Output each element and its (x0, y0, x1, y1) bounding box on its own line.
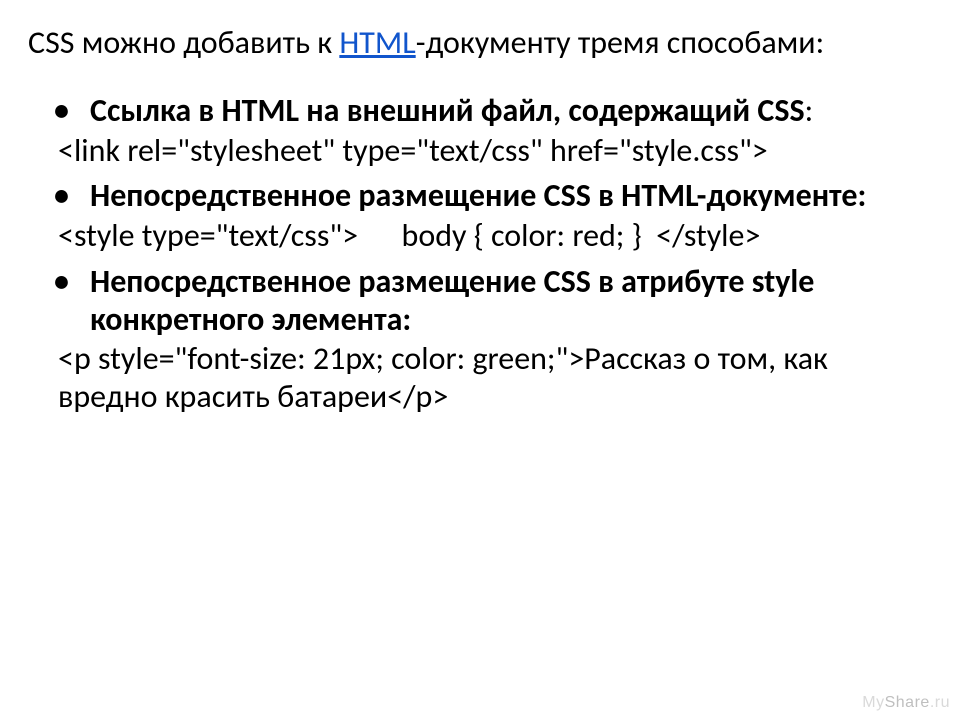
code-style-open: <style type="text/css"> (58, 216, 358, 255)
intro-text-after: -документу тремя способами: (416, 23, 824, 62)
method-item-tail: : (805, 91, 814, 130)
method-item-label: Ссылка в HTML на внешний файл, содержащи… (90, 91, 805, 130)
code-style-close: </style> (656, 216, 760, 255)
intro-paragraph: CSS можно добавить к HTML-документу трем… (28, 24, 932, 62)
intro-text-before: CSS можно добавить к (28, 23, 339, 62)
method-item-external: Ссылка в HTML на внешний файл, содержащи… (90, 92, 932, 130)
method-item-inline: Непосредственное размещение CSS в атрибу… (90, 263, 932, 339)
methods-list-2: Непосредственное размещение CSS в HTML-д… (28, 177, 932, 215)
code-example-link: <link rel="stylesheet" type="text/css" h… (58, 132, 932, 170)
html-link[interactable]: HTML (339, 23, 415, 62)
methods-list: Ссылка в HTML на внешний файл, содержащи… (28, 92, 932, 130)
code-example-style: <style type="text/css"> body { color: re… (58, 217, 932, 255)
method-item-label: Непосредственное размещение CSS в атрибу… (90, 262, 814, 339)
method-item-label: Непосредственное размещение CSS в HTML-д… (90, 176, 866, 215)
method-item-embedded: Непосредственное размещение CSS в HTML-д… (90, 177, 932, 215)
code-style-body: body { color: red; } (402, 216, 642, 255)
slide-content: CSS можно добавить к HTML-документу трем… (0, 0, 960, 720)
code-example-inline: <p style="font-size: 21px; color: green;… (58, 340, 932, 416)
methods-list-3: Непосредственное размещение CSS в атрибу… (28, 263, 932, 339)
